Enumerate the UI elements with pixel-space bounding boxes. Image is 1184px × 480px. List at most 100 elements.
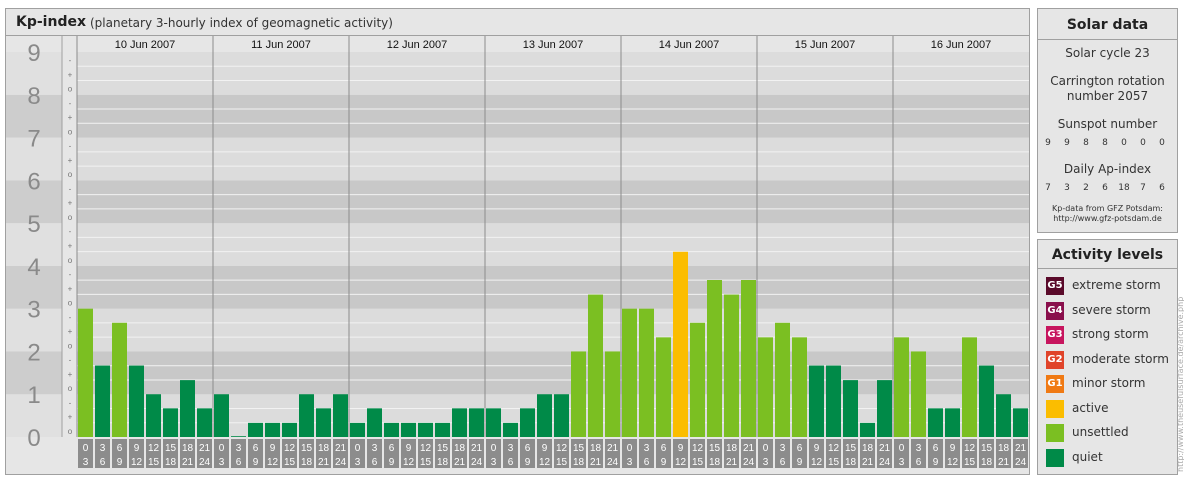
ap-index-value: 2 <box>1083 183 1089 193</box>
kp-bar <box>435 422 450 437</box>
kp-bar <box>588 294 603 437</box>
hour-start-label: 0 <box>763 443 769 454</box>
hour-start-label: 6 <box>525 443 531 454</box>
hour-start-label: 9 <box>134 443 140 454</box>
hour-end-label: 3 <box>899 457 905 468</box>
kp-bar <box>826 365 841 437</box>
minor-tick: - <box>69 398 72 407</box>
y-tick-label: 0 <box>27 425 40 452</box>
minor-tick: + <box>68 70 73 79</box>
kp-bar <box>350 422 365 437</box>
minor-tick: o <box>68 384 73 393</box>
kp-bar <box>367 408 382 437</box>
hour-end-label: 15 <box>284 457 296 468</box>
kp-bar <box>673 251 688 437</box>
hour-end-label: 15 <box>556 457 568 468</box>
sunspot-value: 9 <box>1045 138 1051 148</box>
hour-end-label: 3 <box>355 457 361 468</box>
kp-bar <box>962 337 977 437</box>
legend-label: minor storm <box>1072 376 1146 390</box>
y-tick-label: 3 <box>27 297 40 324</box>
kp-bar <box>775 322 790 437</box>
hour-start-label: 0 <box>491 443 497 454</box>
legend-swatch <box>1046 399 1064 418</box>
hour-end-label: 9 <box>117 457 123 468</box>
kp-bar <box>333 394 348 437</box>
sunspot-value: 0 <box>1159 138 1165 148</box>
hour-start-label: 3 <box>236 443 242 454</box>
legend-label: strong storm <box>1072 327 1149 341</box>
hour-end-label: 6 <box>780 457 786 468</box>
hour-end-label: 3 <box>627 457 633 468</box>
minor-tick: - <box>69 142 72 151</box>
minor-tick: - <box>69 56 72 65</box>
kp-bar <box>724 294 739 437</box>
hour-start-label: 0 <box>627 443 633 454</box>
sunspot-value: 9 <box>1064 138 1070 148</box>
hour-start-label: 21 <box>471 443 483 454</box>
minor-tick: o <box>68 170 73 179</box>
legend-label: quiet <box>1072 449 1103 464</box>
hour-start-label: 6 <box>797 443 803 454</box>
hour-end-label: 12 <box>947 457 959 468</box>
kp-bar <box>384 422 399 437</box>
hour-start-label: 12 <box>556 443 568 454</box>
hour-start-label: 12 <box>420 443 432 454</box>
hour-start-label: 12 <box>692 443 704 454</box>
hour-start-label: 12 <box>284 443 296 454</box>
minor-tick: o <box>68 256 73 265</box>
kp-bar <box>78 308 93 437</box>
credit-line2: http://www.gfz-potsdam.de <box>1053 214 1162 223</box>
kp-bar <box>571 351 586 437</box>
y-tick-label: 6 <box>27 168 40 195</box>
kp-bar <box>928 408 943 437</box>
hour-start-label: 6 <box>389 443 395 454</box>
kp-bar <box>265 422 280 437</box>
minor-tick: + <box>68 199 73 208</box>
kp-bar <box>112 322 127 437</box>
kp-bar <box>401 422 416 437</box>
minor-tick: - <box>69 184 72 193</box>
hour-end-label: 15 <box>692 457 704 468</box>
solar-data-title: Solar data <box>1066 17 1149 33</box>
divider <box>1038 39 1177 40</box>
hour-start-label: 18 <box>590 443 602 454</box>
hour-end-label: 24 <box>879 457 891 468</box>
kp-bar <box>418 422 433 437</box>
minor-tick: - <box>69 227 72 236</box>
kp-bar <box>758 337 773 437</box>
kp-bar <box>996 394 1011 437</box>
kp-bar <box>231 436 246 437</box>
minor-tick: + <box>68 327 73 336</box>
hour-start-label: 0 <box>83 443 89 454</box>
kp-band <box>77 94 1029 138</box>
kp-band <box>77 308 1029 352</box>
hour-end-label: 24 <box>743 457 755 468</box>
minor-tick: + <box>68 370 73 379</box>
kp-bar <box>180 380 195 437</box>
kp-bar <box>486 408 501 437</box>
hour-start-label: 15 <box>573 443 585 454</box>
hour-end-label: 6 <box>372 457 378 468</box>
activity-levels-panel: Activity levels G5 extreme storm G4 severe … <box>1037 239 1178 475</box>
hour-start-label: 15 <box>981 443 993 454</box>
hour-start-label: 6 <box>933 443 939 454</box>
credit-line1: Kp-data from GFZ Potsdam: <box>1052 204 1163 213</box>
kp-bar <box>656 337 671 437</box>
hour-start-label: 9 <box>270 443 276 454</box>
sunspot-value: 0 <box>1140 138 1146 148</box>
hour-start-label: 18 <box>862 443 874 454</box>
kp-bar <box>129 365 144 437</box>
hour-end-label: 24 <box>335 457 347 468</box>
hour-end-label: 12 <box>811 457 823 468</box>
ap-index-value: 18 <box>1118 183 1130 193</box>
hour-end-label: 3 <box>491 457 497 468</box>
y-tick-label: 2 <box>27 339 40 366</box>
hour-start-label: 18 <box>182 443 194 454</box>
minor-tick: - <box>69 356 72 365</box>
kp-bar <box>163 408 178 437</box>
sunspot-title: Sunspot number <box>1057 117 1158 131</box>
hour-end-label: 21 <box>862 457 874 468</box>
hour-end-label: 18 <box>845 457 857 468</box>
hour-end-label: 3 <box>83 457 89 468</box>
